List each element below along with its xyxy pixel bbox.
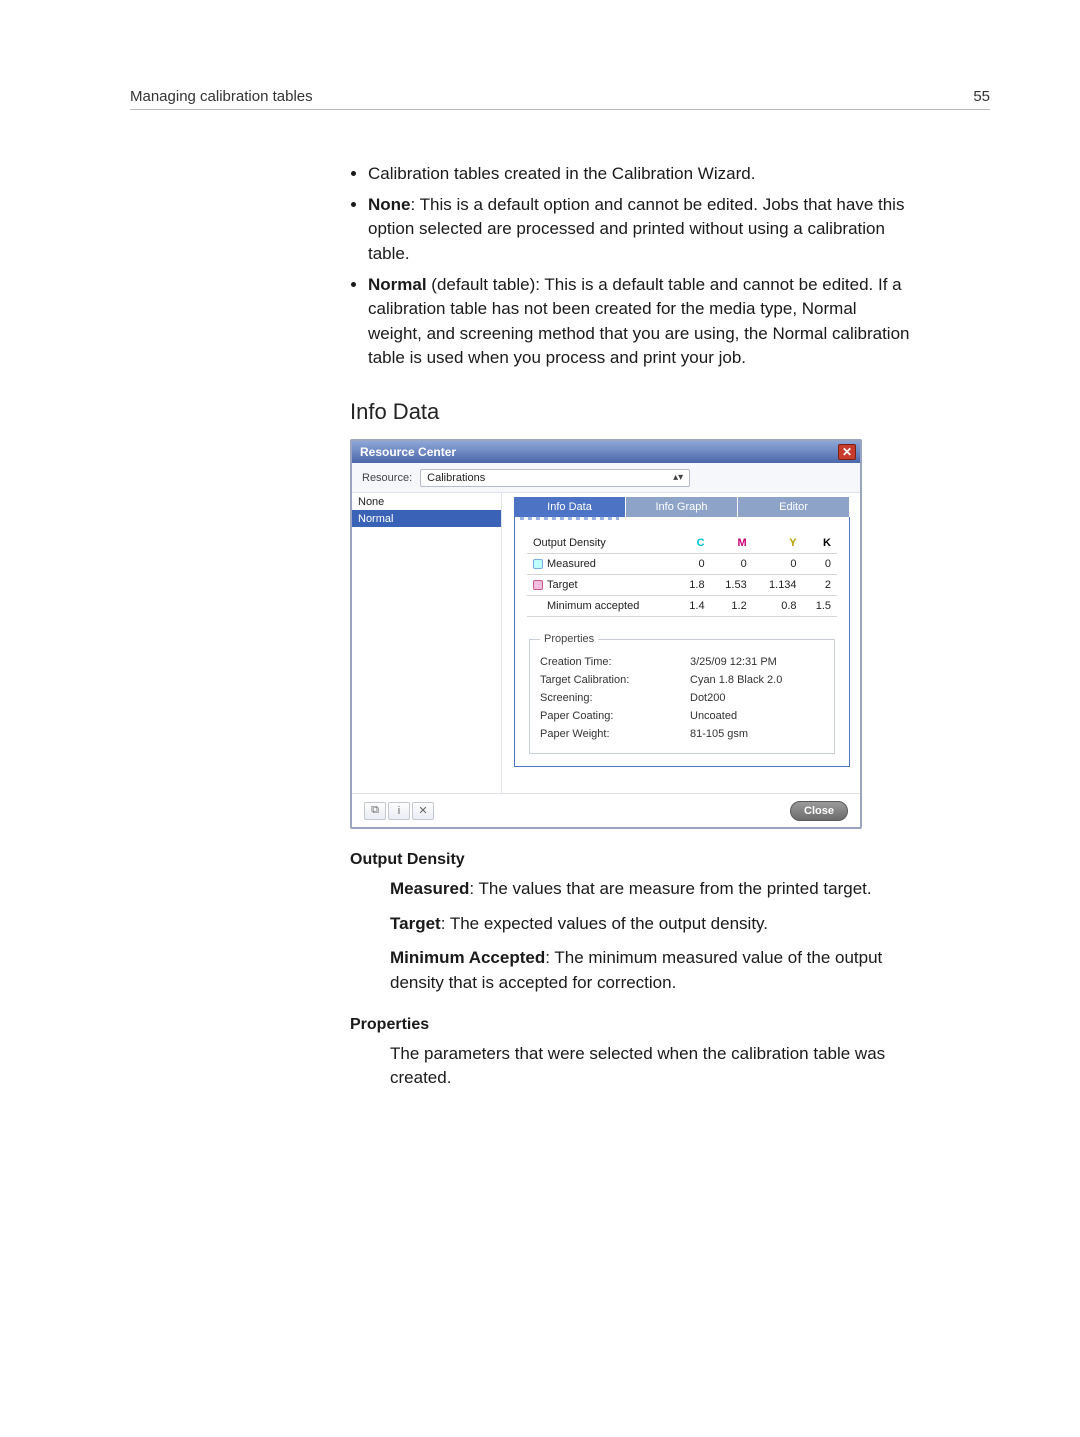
prop-row: Paper Coating:Uncoated — [540, 707, 824, 725]
bullet-list: Calibration tables created in the Calibr… — [350, 162, 910, 371]
window-footer: ⧉ i ✕ Close — [352, 793, 860, 827]
bullet-3-label: Normal — [368, 275, 427, 294]
tab-editor[interactable]: Editor — [738, 497, 850, 517]
col-c: C — [676, 533, 710, 554]
tabs: Info Data Info Graph Editor — [514, 497, 850, 517]
cell: 1.8 — [676, 575, 710, 596]
cell: 1.5 — [803, 596, 837, 617]
col-y: Y — [753, 533, 803, 554]
min-para: Minimum Accepted: The minimum measured v… — [390, 946, 910, 995]
properties-legend: Properties — [540, 633, 598, 645]
resource-dropdown[interactable]: Calibrations ▴▾ — [420, 469, 690, 487]
prop-value: Cyan 1.8 Black 2.0 — [690, 674, 782, 686]
cell: 1.4 — [676, 596, 710, 617]
prop-key: Screening: — [540, 692, 690, 704]
delete-button[interactable]: ✕ — [412, 802, 434, 820]
prop-value: 81-105 gsm — [690, 728, 748, 740]
cell: 1.134 — [753, 575, 803, 596]
cell: 0 — [803, 554, 837, 575]
chevron-updown-icon: ▴▾ — [673, 472, 683, 483]
running-head: Managing calibration tables 55 — [130, 88, 990, 110]
row-label: Minimum accepted — [527, 596, 676, 617]
properties-block: The parameters that were selected when t… — [390, 1042, 910, 1091]
measured-label: Measured — [390, 879, 469, 898]
col-k: K — [803, 533, 837, 554]
close-button[interactable]: Close — [790, 801, 848, 821]
delete-icon: ✕ — [418, 804, 427, 817]
swatch-icon — [533, 559, 543, 569]
bullet-3: Normal (default table): This is a defaul… — [368, 273, 910, 372]
list-item[interactable]: None — [352, 493, 501, 510]
row-label: Target — [547, 579, 578, 591]
col-output: Output Density — [527, 533, 676, 554]
output-density-block: Measured: The values that are measure fr… — [390, 877, 910, 996]
prop-key: Paper Coating: — [540, 710, 690, 722]
target-text: : The expected values of the output dens… — [441, 914, 768, 933]
resource-center-window: Resource Center ✕ Resource: Calibrations… — [350, 439, 862, 829]
target-label: Target — [390, 914, 441, 933]
titlebar: Resource Center ✕ — [352, 441, 860, 463]
window-body: None Normal Info Data Info Graph Editor — [352, 493, 860, 793]
prop-key: Target Calibration: — [540, 674, 690, 686]
output-density-heading: Output Density — [350, 851, 910, 869]
cell: 0 — [711, 554, 753, 575]
table-row: Measured 0 0 0 0 — [527, 554, 837, 575]
tab-info-data[interactable]: Info Data — [514, 497, 626, 517]
window-close-button[interactable]: ✕ — [838, 444, 856, 460]
measured-text: : The values that are measure from the p… — [469, 879, 871, 898]
list-item[interactable]: Normal — [352, 510, 501, 527]
cell: 0.8 — [753, 596, 803, 617]
table-row: Minimum accepted 1.4 1.2 0.8 1.5 — [527, 596, 837, 617]
info-button[interactable]: i — [388, 802, 410, 820]
output-density-table: Output Density C M Y K Measured — [527, 533, 837, 617]
bullet-2-text: : This is a default option and cannot be… — [368, 195, 904, 263]
cell: 1.53 — [711, 575, 753, 596]
prop-row: Paper Weight:81-105 gsm — [540, 725, 824, 743]
footer-icon-buttons: ⧉ i ✕ — [364, 802, 434, 820]
page-number: 55 — [973, 88, 990, 105]
duplicate-button[interactable]: ⧉ — [364, 802, 386, 820]
duplicate-icon: ⧉ — [371, 804, 379, 817]
tab-info-graph[interactable]: Info Graph — [626, 497, 738, 517]
properties-text: The parameters that were selected when t… — [390, 1042, 910, 1091]
section-heading-info-data: Info Data — [350, 399, 910, 425]
close-icon: ✕ — [842, 446, 852, 458]
resource-value: Calibrations — [427, 472, 485, 484]
row-label: Measured — [547, 558, 596, 570]
page: Managing calibration tables 55 Calibrati… — [0, 0, 1080, 1437]
toolbar: Resource: Calibrations ▴▾ — [352, 463, 860, 493]
bullet-3-text: (default table): This is a default table… — [368, 275, 909, 368]
window-title: Resource Center — [360, 445, 456, 459]
prop-key: Paper Weight: — [540, 728, 690, 740]
prop-value: 3/25/09 12:31 PM — [690, 656, 777, 668]
table-row: Target 1.8 1.53 1.134 2 — [527, 575, 837, 596]
cell: 0 — [676, 554, 710, 575]
resource-label: Resource: — [362, 472, 412, 484]
cell: 1.2 — [711, 596, 753, 617]
cell: 0 — [753, 554, 803, 575]
measured-para: Measured: The values that are measure fr… — [390, 877, 910, 902]
properties-fieldset: Properties Creation Time:3/25/09 12:31 P… — [529, 633, 835, 754]
bullet-2-label: None — [368, 195, 411, 214]
properties-heading: Properties — [350, 1016, 910, 1034]
running-head-text: Managing calibration tables — [130, 88, 313, 105]
swatch-icon — [533, 580, 543, 590]
main-content: Calibration tables created in the Calibr… — [350, 162, 910, 1091]
prop-row: Screening:Dot200 — [540, 689, 824, 707]
prop-value: Dot200 — [690, 692, 725, 704]
right-pane: Info Data Info Graph Editor Output Densi… — [502, 493, 860, 793]
prop-key: Creation Time: — [540, 656, 690, 668]
cell: 2 — [803, 575, 837, 596]
prop-value: Uncoated — [690, 710, 737, 722]
target-para: Target: The expected values of the outpu… — [390, 912, 910, 937]
bullet-2: None: This is a default option and canno… — [368, 193, 910, 267]
col-m: M — [711, 533, 753, 554]
prop-row: Creation Time:3/25/09 12:31 PM — [540, 653, 824, 671]
info-icon: i — [398, 805, 400, 817]
prop-row: Target Calibration:Cyan 1.8 Black 2.0 — [540, 671, 824, 689]
tab-page-info-data: Output Density C M Y K Measured — [514, 517, 850, 767]
calibration-list: None Normal — [352, 493, 502, 793]
min-label: Minimum Accepted — [390, 948, 545, 967]
bullet-1: Calibration tables created in the Calibr… — [368, 162, 910, 187]
